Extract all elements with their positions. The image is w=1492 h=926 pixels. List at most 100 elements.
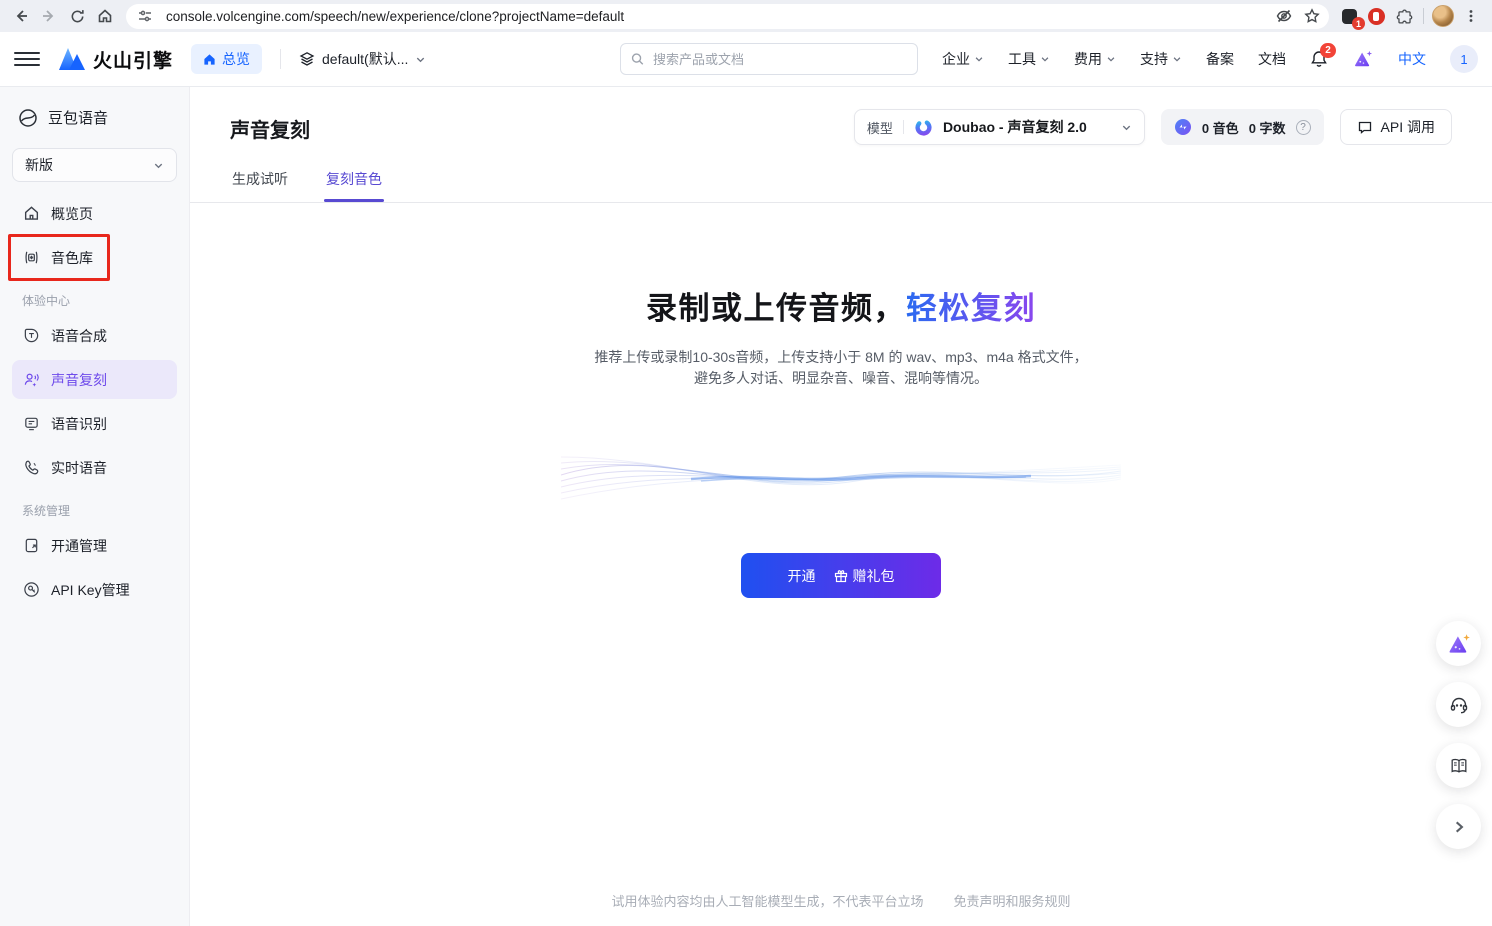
activation-management-icon — [22, 537, 40, 555]
chevron-down-icon — [974, 54, 984, 64]
product-header: 豆包语音 — [12, 103, 177, 128]
tab-generate-preview[interactable]: 生成试听 — [232, 169, 288, 202]
search-input[interactable] — [651, 51, 907, 68]
sidebar-item-speech-synthesis[interactable]: 语音合成 — [12, 316, 177, 355]
page-footer: 试用体验内容均由人工智能模型生成，不代表平台立场 免责声明和服务规则 — [190, 891, 1492, 910]
sidebar: 豆包语音 新版 概览页 音色库 — [0, 87, 190, 926]
notification-badge: 2 — [1320, 43, 1336, 58]
version-selector[interactable]: 新版 — [12, 148, 177, 182]
bookmark-star-icon[interactable] — [1301, 5, 1323, 27]
api-key-icon — [22, 581, 40, 599]
header-nav: 企业 工具 费用 支持 备案 文档 2 — [942, 45, 1478, 73]
privacy-eye-off-icon[interactable] — [1273, 5, 1295, 27]
search-icon — [631, 52, 644, 66]
section-system-management: 系统管理 — [12, 492, 177, 526]
footer-disclaimer: 试用体验内容均由人工智能模型生成，不代表平台立场 — [611, 891, 923, 910]
volcengine-logo[interactable]: 火山引擎 — [58, 46, 173, 73]
user-avatar[interactable]: 1 — [1450, 45, 1478, 73]
overview-button[interactable]: 总览 — [191, 44, 262, 74]
chevron-down-icon — [1121, 122, 1132, 133]
section-experience-center: 体验中心 — [12, 282, 177, 316]
gift-label: 赠礼包 — [853, 566, 895, 586]
adblock-icon[interactable] — [1363, 3, 1389, 29]
forward-icon[interactable] — [36, 3, 62, 29]
ai-assistant-fab[interactable] — [1436, 621, 1481, 666]
site-settings-icon[interactable] — [130, 7, 160, 26]
documentation-fab[interactable] — [1436, 743, 1481, 788]
sidebar-item-realtime-voice[interactable]: 实时语音 — [12, 448, 177, 487]
hero-desc-line1: 推荐上传或录制10-30s音频，上传支持小于 8M 的 wav、mp3、m4a … — [594, 347, 1087, 368]
sidebar-item-speech-recognition[interactable]: 语音识别 — [12, 404, 177, 443]
home-icon[interactable] — [92, 3, 118, 29]
headset-icon — [1449, 695, 1469, 715]
project-selector[interactable]: default(默认... — [299, 49, 426, 69]
nav-docs[interactable]: 文档 — [1258, 49, 1286, 69]
sidebar-item-voice-library[interactable]: 音色库 — [12, 238, 177, 277]
wave-graphic — [561, 433, 1121, 513]
sidebar-item-activation-management[interactable]: 开通管理 — [12, 526, 177, 565]
activate-label: 开通 — [788, 566, 816, 586]
ai-assistant-entry[interactable] — [1352, 49, 1374, 69]
overview-page-icon — [22, 205, 40, 223]
model-selector[interactable]: 模型 Doubao - 声音复刻 2.0 — [854, 109, 1145, 145]
api-call-button[interactable]: API 调用 — [1340, 109, 1452, 145]
tab-clone-voice[interactable]: 复刻音色 — [326, 169, 382, 202]
footer-terms-link[interactable]: 免责声明和服务规则 — [954, 891, 1071, 910]
voice-library-icon — [22, 249, 40, 267]
volcengine-logo-icon — [58, 47, 86, 71]
usage-coin-icon — [1174, 118, 1192, 136]
api-call-icon — [1357, 119, 1373, 135]
nav-enterprise[interactable]: 企业 — [942, 49, 984, 69]
activate-button[interactable]: 开通 赠礼包 — [741, 553, 941, 598]
sidebar-item-voice-clone[interactable]: 声音复刻 — [12, 360, 177, 399]
sidebar-item-api-key-management[interactable]: API Key管理 — [12, 570, 177, 609]
voice-clone-icon — [22, 371, 40, 389]
hamburger-menu-icon[interactable] — [14, 46, 40, 72]
chevron-down-icon — [1040, 54, 1050, 64]
gift-icon — [834, 569, 848, 583]
profile-avatar[interactable] — [1430, 3, 1456, 29]
extension-icon[interactable]: 1 — [1337, 4, 1361, 28]
hero-desc-line2: 避免多人对话、明显杂音、噪音、混响等情况。 — [594, 368, 1087, 389]
language-toggle[interactable]: 中文 — [1398, 49, 1426, 69]
back-icon[interactable] — [8, 3, 34, 29]
url-bar[interactable]: console.volcengine.com/speech/new/experi… — [126, 4, 1329, 29]
nav-billing[interactable]: 费用 — [1074, 49, 1116, 69]
model-label: 模型 — [867, 118, 893, 137]
product-title: 豆包语音 — [48, 107, 108, 128]
hero-section: 录制或上传音频，轻松复刻 推荐上传或录制10-30s音频，上传支持小于 8M 的… — [190, 203, 1492, 926]
nav-support[interactable]: 支持 — [1140, 49, 1182, 69]
usage-chars: 0 字数 — [1249, 118, 1286, 137]
hero-title-plain: 录制或上传音频， — [646, 291, 906, 326]
nav-filing[interactable]: 备案 — [1206, 49, 1234, 69]
project-layers-icon — [299, 51, 315, 67]
url-text[interactable]: console.volcengine.com/speech/new/experi… — [166, 9, 1273, 24]
search-box[interactable] — [620, 43, 918, 75]
usage-voices: 0 音色 — [1202, 118, 1239, 137]
browser-menu-icon[interactable] — [1458, 3, 1484, 29]
customer-support-fab[interactable] — [1436, 682, 1481, 727]
extension-badge: 1 — [1352, 17, 1365, 30]
collapse-fab[interactable] — [1436, 804, 1481, 849]
browser-toolbar: console.volcengine.com/speech/new/experi… — [0, 0, 1492, 32]
refresh-icon[interactable] — [64, 3, 90, 29]
help-icon[interactable]: ? — [1296, 120, 1311, 135]
speech-synthesis-icon — [22, 327, 40, 345]
tabs: 生成试听 复刻音色 — [190, 145, 1492, 203]
sidebar-nav: 概览页 音色库 体验中心 语音合成 — [12, 194, 177, 609]
overview-label: 总览 — [222, 49, 250, 69]
doubao-model-icon — [914, 118, 933, 137]
floating-buttons — [1436, 621, 1481, 849]
chevron-down-icon — [1172, 54, 1182, 64]
hero-description: 推荐上传或录制10-30s音频，上传支持小于 8M 的 wav、mp3、m4a … — [594, 347, 1087, 389]
sidebar-item-overview-page[interactable]: 概览页 — [12, 194, 177, 233]
page-title: 声音复刻 — [230, 109, 310, 143]
notification-bell[interactable]: 2 — [1310, 50, 1328, 68]
chevron-right-icon — [1452, 820, 1466, 834]
extensions-puzzle-icon[interactable] — [1391, 3, 1417, 29]
docs-book-icon — [1449, 756, 1469, 776]
realtime-voice-icon — [22, 459, 40, 477]
chevron-down-icon — [153, 160, 164, 171]
nav-tools[interactable]: 工具 — [1008, 49, 1050, 69]
chevron-down-icon — [1106, 54, 1116, 64]
